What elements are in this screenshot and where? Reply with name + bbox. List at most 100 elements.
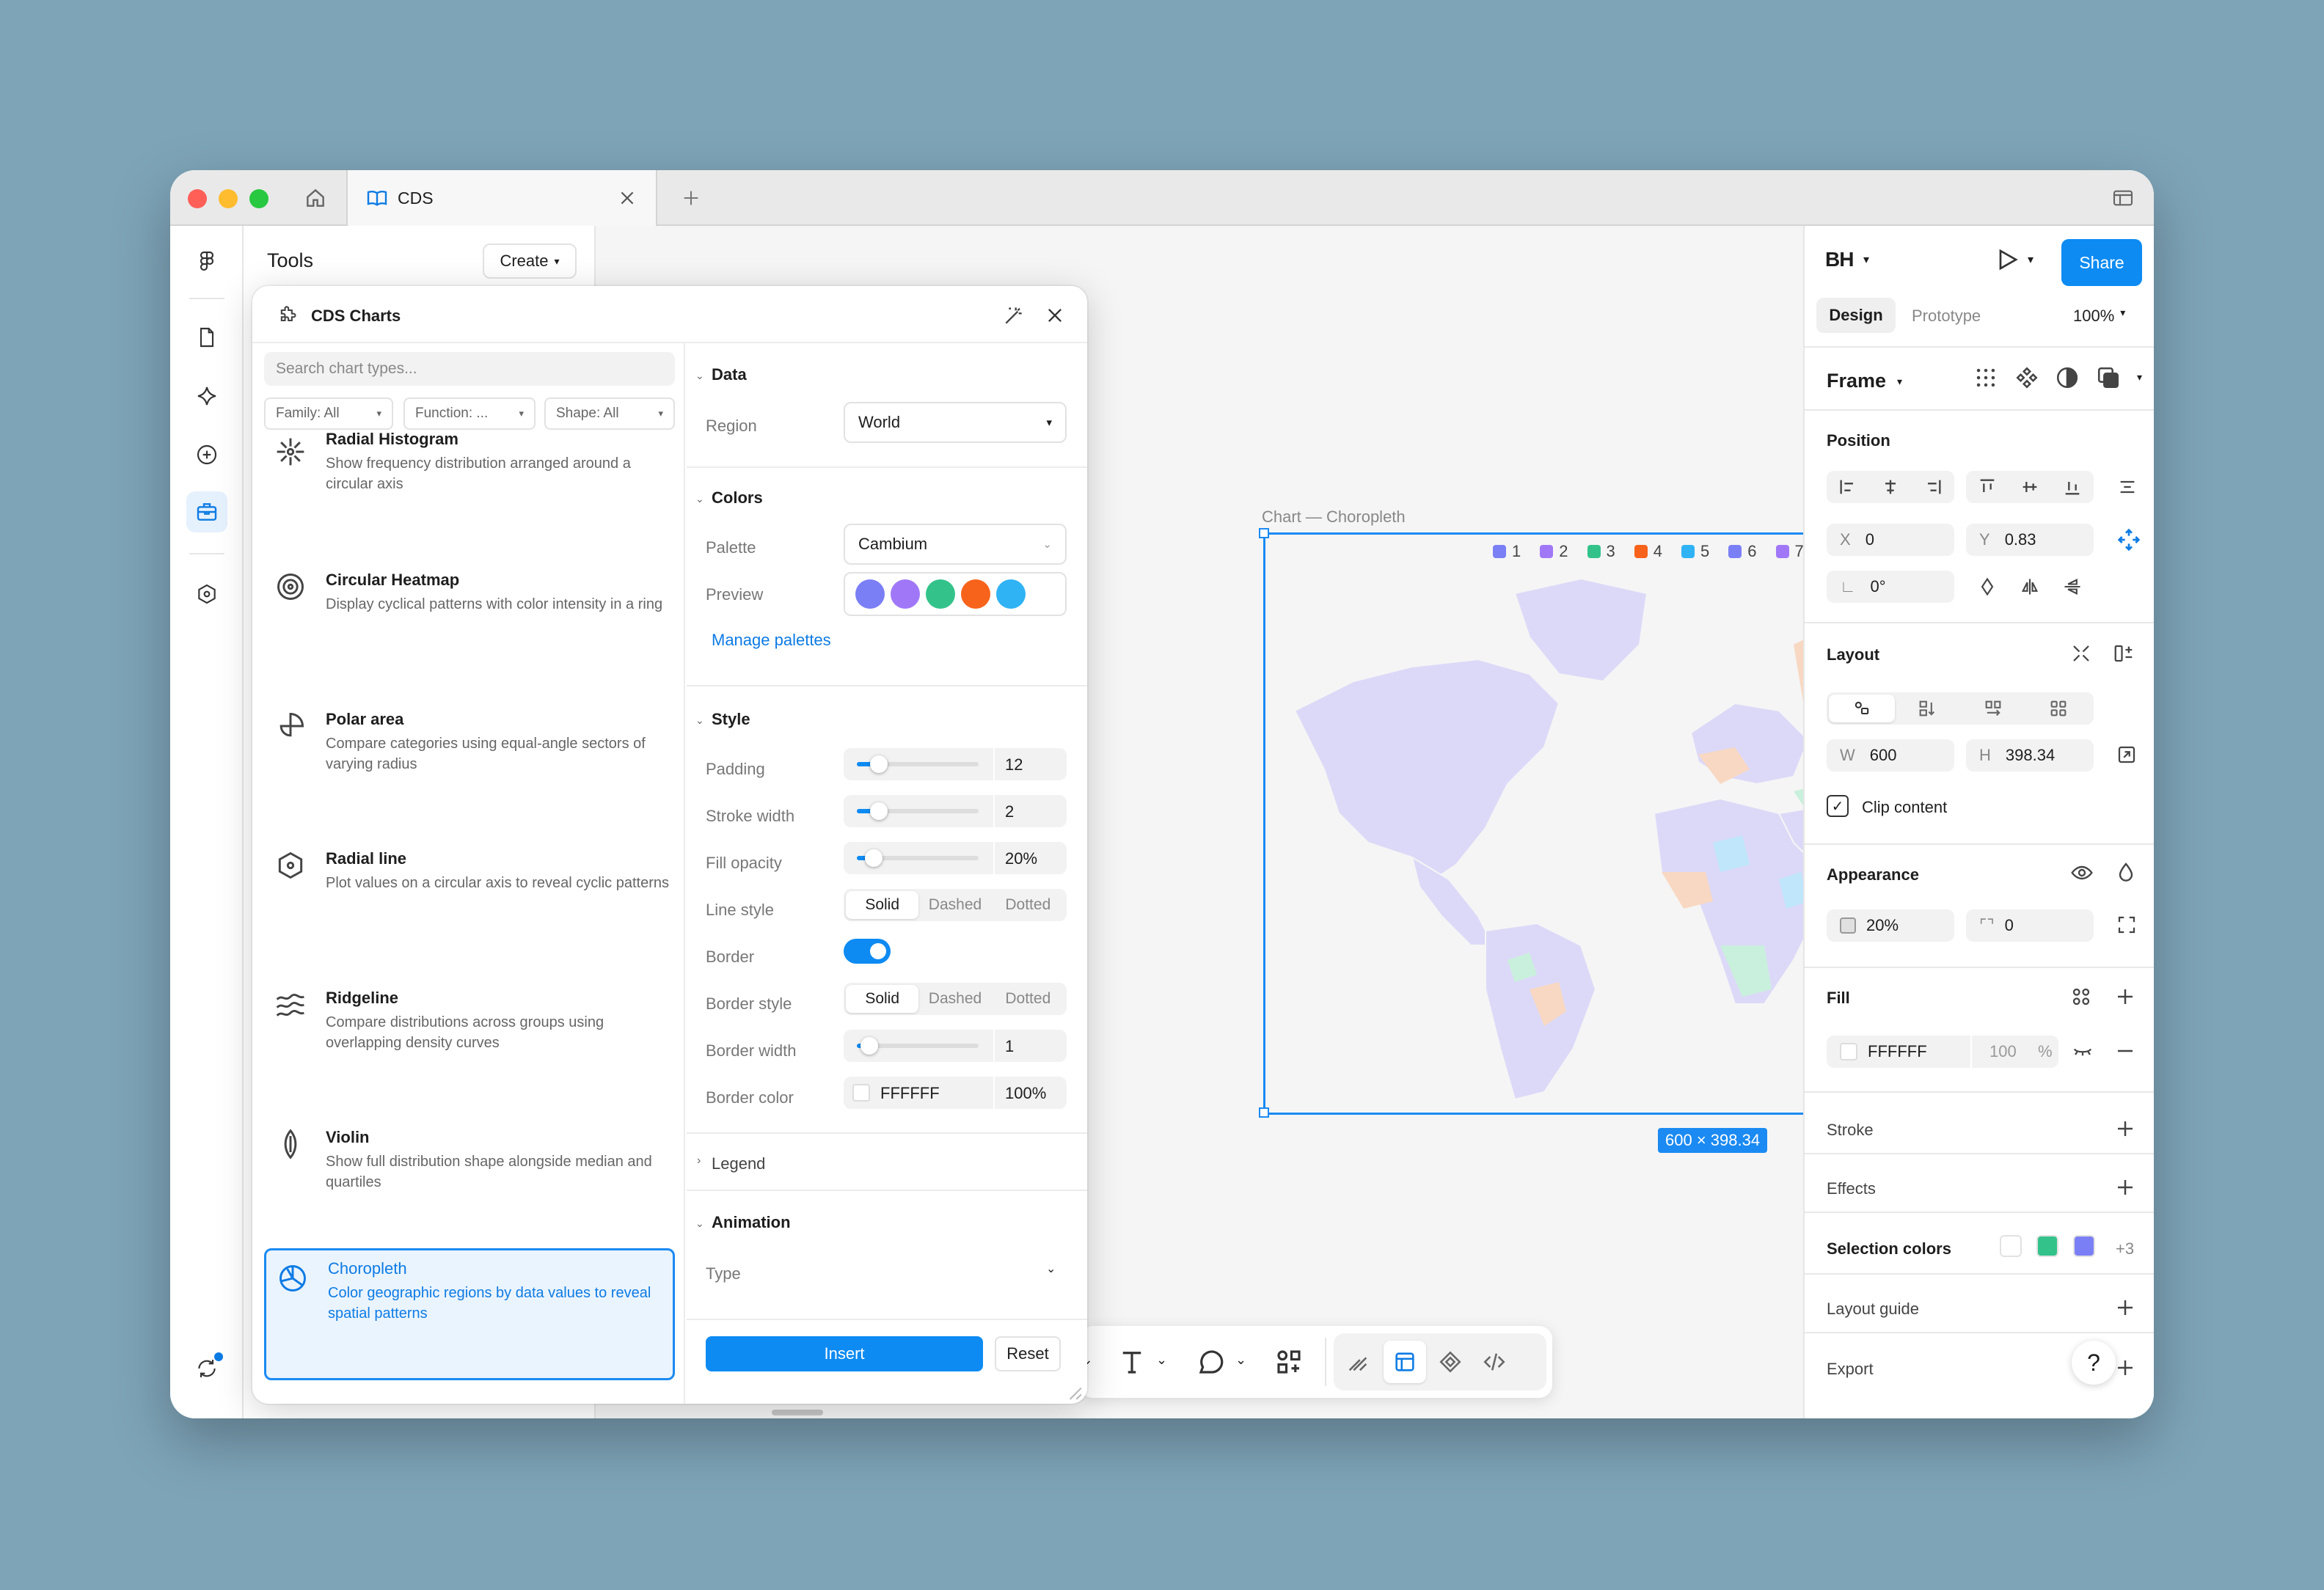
eye-icon[interactable] bbox=[2070, 861, 2094, 884]
radius-field[interactable]: ⌜⌝ 0 bbox=[1966, 909, 2094, 942]
canvas-h-scrollbar[interactable] bbox=[772, 1410, 823, 1415]
rail-plugins-button[interactable] bbox=[186, 574, 227, 615]
align-center-icon[interactable] bbox=[1880, 477, 1901, 497]
collapse-icon[interactable] bbox=[2070, 642, 2092, 664]
search-chart-input[interactable]: Search chart types... bbox=[264, 352, 675, 386]
share-button[interactable]: Share bbox=[2061, 239, 2142, 286]
insert-button[interactable]: Insert bbox=[706, 1336, 983, 1371]
shape-filter[interactable]: Shape: All ▾ bbox=[544, 398, 675, 430]
hide-eye-icon[interactable] bbox=[2072, 1040, 2094, 1062]
flip-vertical-icon[interactable] bbox=[2062, 576, 2083, 597]
align-bottom-icon[interactable] bbox=[2062, 477, 2083, 497]
help-button[interactable]: ? bbox=[2072, 1341, 2116, 1385]
mask-icon[interactable] bbox=[2055, 365, 2080, 390]
rail-sync-button[interactable] bbox=[186, 1348, 227, 1389]
chevron-down-icon[interactable]: ▾ bbox=[1863, 252, 1869, 267]
layout-freeform-icon[interactable] bbox=[1829, 695, 1895, 722]
layout-vertical-icon[interactable] bbox=[1895, 695, 1961, 722]
padding-slider[interactable]: 12 bbox=[844, 748, 1067, 780]
border-color-hex[interactable]: FFFFFF bbox=[880, 1084, 940, 1103]
fill-opacity-slider[interactable]: 20% bbox=[844, 842, 1067, 874]
add-export-icon[interactable] bbox=[2114, 1357, 2136, 1379]
chevron-down-icon[interactable]: ⌄ bbox=[695, 370, 704, 382]
zoom-window-button[interactable] bbox=[249, 189, 268, 208]
chevron-down-icon[interactable]: ⌄ bbox=[695, 493, 704, 505]
width-field[interactable]: W 600 bbox=[1827, 739, 1954, 772]
text-tool-icon[interactable] bbox=[1117, 1347, 1147, 1377]
magic-wand-icon[interactable] bbox=[1002, 304, 1026, 327]
line-style-dotted[interactable]: Dotted bbox=[992, 891, 1064, 919]
chart-type-item[interactable]: Radial line Plot values on a circular ax… bbox=[252, 840, 684, 950]
add-effect-icon[interactable] bbox=[2114, 1176, 2136, 1198]
border-color-field[interactable]: FFFFFF 100% bbox=[844, 1077, 1067, 1109]
resize-handle-top-left[interactable] bbox=[1259, 528, 1269, 538]
comment-tool-icon[interactable] bbox=[1196, 1347, 1227, 1377]
add-stroke-icon[interactable] bbox=[2114, 1118, 2136, 1140]
avatar[interactable]: BH bbox=[1825, 248, 1854, 271]
dev-mode-icon[interactable] bbox=[1477, 1345, 1511, 1379]
style-section-title[interactable]: Style bbox=[712, 710, 750, 729]
present-play-icon[interactable] bbox=[1994, 246, 2020, 273]
align-top-icon[interactable] bbox=[1977, 477, 1998, 497]
data-section-title[interactable]: Data bbox=[712, 365, 747, 384]
resize-handle-bottom-left[interactable] bbox=[1259, 1107, 1269, 1118]
styles-grid-icon[interactable] bbox=[2070, 986, 2092, 1008]
layout-horizontal-icon[interactable] bbox=[1960, 695, 2026, 722]
sidebar-toggle-icon[interactable] bbox=[2111, 186, 2135, 210]
line-style-solid[interactable]: Solid bbox=[846, 891, 919, 919]
chevron-down-icon[interactable]: ▾ bbox=[2137, 365, 2142, 395]
chart-type-item[interactable]: Circular Heatmap Display cyclical patter… bbox=[252, 562, 684, 672]
chart-type-item[interactable]: Radial Histogram Show frequency distribu… bbox=[252, 433, 684, 531]
tab-design[interactable]: Design bbox=[1816, 298, 1896, 333]
palette-select[interactable]: Cambium ⌄ bbox=[844, 524, 1067, 565]
drop-icon[interactable] bbox=[2114, 861, 2138, 884]
selection-color-swatch[interactable] bbox=[2036, 1235, 2058, 1257]
x-field[interactable]: X0 bbox=[1827, 524, 1954, 556]
tab-cds[interactable]: CDS bbox=[346, 170, 657, 226]
border-color-swatch[interactable] bbox=[852, 1084, 870, 1102]
new-tab-button[interactable] bbox=[669, 170, 713, 226]
chevron-right-icon[interactable]: › bbox=[697, 1154, 701, 1168]
more-colors[interactable]: +3 bbox=[2116, 1239, 2134, 1259]
manage-palettes-link[interactable]: Manage palettes bbox=[712, 631, 831, 650]
padding-value[interactable]: 12 bbox=[1005, 755, 1023, 774]
close-tab-icon[interactable] bbox=[618, 188, 637, 208]
chart-type-item[interactable]: Polar area Compare categories using equa… bbox=[252, 701, 684, 811]
height-field[interactable]: H 398.34 bbox=[1966, 739, 2094, 772]
legend-section-title[interactable]: Legend bbox=[712, 1154, 765, 1173]
rail-file-button[interactable] bbox=[186, 317, 227, 358]
chevron-down-icon[interactable]: ⌄ bbox=[1156, 1352, 1171, 1368]
y-field[interactable]: Y 0.83 bbox=[1966, 524, 2094, 556]
family-filter[interactable]: Family: All ▾ bbox=[264, 398, 393, 430]
boolean-icon[interactable] bbox=[2096, 365, 2121, 390]
add-fill-icon[interactable] bbox=[2114, 986, 2136, 1008]
border-width-value[interactable]: 1 bbox=[1005, 1037, 1014, 1056]
chevron-down-icon[interactable]: ⌄ bbox=[1235, 1352, 1250, 1368]
align-middle-icon[interactable] bbox=[2020, 477, 2040, 497]
design-mode-icon[interactable] bbox=[1384, 1341, 1426, 1383]
flip-horizontal-icon[interactable] bbox=[2020, 576, 2040, 597]
opacity-field[interactable]: 20% bbox=[1827, 909, 1954, 942]
stroke-width-slider[interactable]: 2 bbox=[844, 795, 1067, 827]
chevron-down-icon[interactable]: ▾ bbox=[1897, 375, 1902, 388]
align-left-icon[interactable] bbox=[1838, 477, 1858, 497]
fill-swatch[interactable] bbox=[1840, 1043, 1857, 1060]
constraints-icon[interactable] bbox=[2117, 528, 2141, 552]
border-style-solid[interactable]: Solid bbox=[846, 985, 919, 1013]
components-tool-icon[interactable] bbox=[1274, 1347, 1304, 1377]
fill-field[interactable]: FFFFFF 100 % bbox=[1827, 1036, 2058, 1068]
layout-grid-icon[interactable] bbox=[2026, 695, 2092, 722]
home-tab[interactable] bbox=[288, 170, 343, 226]
rail-tools-button[interactable] bbox=[186, 491, 227, 532]
clip-content-checkbox[interactable]: ✓ bbox=[1827, 795, 1849, 817]
zoom-control[interactable]: 100% ▾ bbox=[2073, 307, 2125, 326]
prototype-mode-icon[interactable] bbox=[1433, 1345, 1467, 1379]
function-filter[interactable]: Function: ... ▾ bbox=[403, 398, 536, 430]
fill-opacity-value[interactable]: 20% bbox=[1005, 849, 1037, 868]
rotation-field[interactable]: ∟ 0° bbox=[1827, 571, 1954, 603]
chevron-down-icon[interactable]: ▾ bbox=[2028, 252, 2034, 267]
region-select[interactable]: World ▾ bbox=[844, 402, 1067, 443]
reset-button[interactable]: Reset bbox=[995, 1336, 1061, 1371]
border-color-opacity[interactable]: 100% bbox=[1005, 1084, 1046, 1103]
border-width-slider[interactable]: 1 bbox=[844, 1030, 1067, 1062]
